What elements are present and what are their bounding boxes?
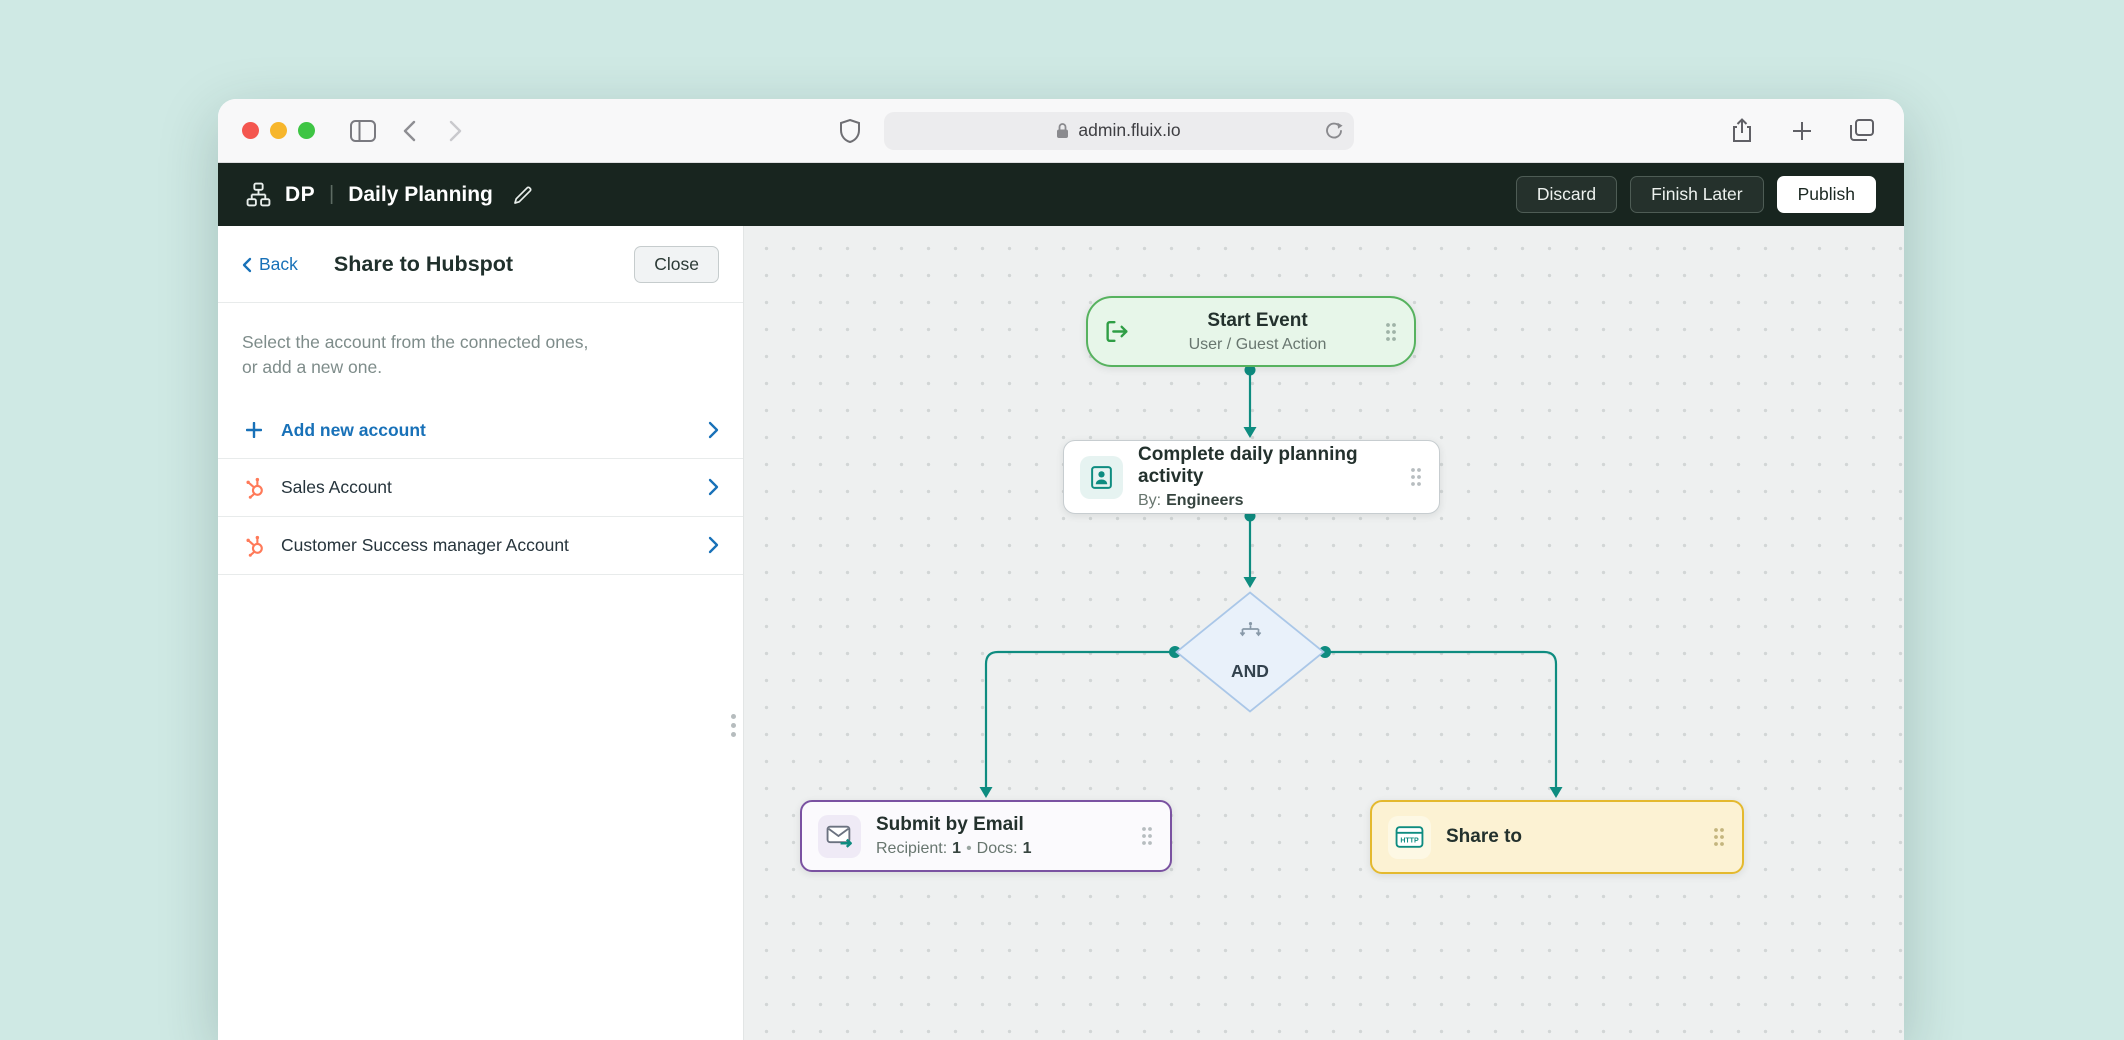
panel-description: Select the account from the connected on… — [218, 303, 743, 403]
by-value: Engineers — [1166, 492, 1243, 510]
node-share-to[interactable]: HTTP Share to — [1370, 800, 1744, 874]
sidebar-toggle-icon[interactable] — [345, 115, 381, 147]
header-actions: Discard Finish Later Publish — [1516, 176, 1876, 213]
plus-icon — [242, 422, 266, 438]
gateway-diamond — [1175, 591, 1325, 713]
drag-handle-icon[interactable] — [1409, 466, 1423, 488]
close-window-button[interactable] — [242, 122, 259, 139]
node-subtitle: User / Guest Action — [1189, 336, 1327, 354]
docs-label: Docs: — [977, 840, 1018, 858]
forward-nav-icon[interactable] — [437, 115, 473, 147]
url-text: admin.fluix.io — [1078, 120, 1180, 141]
shield-icon[interactable] — [832, 115, 868, 147]
branch-icon — [1175, 621, 1325, 641]
account-list: Add new account Sales Account — [218, 403, 743, 575]
node-title: Start Event — [1207, 310, 1307, 332]
finish-later-button[interactable]: Finish Later — [1630, 176, 1763, 213]
add-account-row[interactable]: Add new account — [218, 403, 743, 459]
account-row-sales[interactable]: Sales Account — [218, 459, 743, 517]
workflow-title: Daily Planning — [348, 183, 493, 207]
hubspot-icon — [242, 534, 266, 557]
share-panel: Back Share to Hubspot Close Select the a… — [218, 226, 744, 1040]
node-title: Complete daily planning activity — [1138, 444, 1394, 488]
meta-separator: • — [966, 840, 972, 858]
back-label: Back — [259, 254, 298, 275]
node-and-gateway[interactable]: AND — [1175, 591, 1325, 713]
docs-value: 1 — [1023, 840, 1032, 858]
main-content: Back Share to Hubspot Close Select the a… — [218, 226, 1904, 1040]
new-tab-icon[interactable] — [1784, 115, 1820, 147]
drag-handle-icon[interactable] — [1140, 825, 1154, 847]
chevron-right-icon — [708, 421, 719, 439]
email-submit-icon — [818, 815, 861, 858]
http-icon-label: HTTP — [1400, 837, 1419, 844]
drag-handle-icon[interactable] — [1384, 321, 1398, 343]
recipient-value: 1 — [952, 840, 961, 858]
workflow-icon — [246, 182, 271, 207]
back-link[interactable]: Back — [242, 254, 298, 275]
minimize-window-button[interactable] — [270, 122, 287, 139]
zoom-window-button[interactable] — [298, 122, 315, 139]
recipient-label: Recipient: — [876, 840, 947, 858]
panel-title: Share to Hubspot — [334, 252, 513, 277]
node-title: Share to — [1446, 826, 1697, 848]
gateway-label: AND — [1175, 661, 1325, 682]
publish-button[interactable]: Publish — [1777, 176, 1876, 213]
drag-handle-icon[interactable] — [1712, 826, 1726, 848]
share-icon[interactable] — [1724, 115, 1760, 147]
traffic-lights — [242, 122, 315, 139]
add-account-label: Add new account — [281, 420, 426, 441]
header-divider: | — [329, 183, 334, 206]
node-title: Submit by Email — [876, 814, 1125, 836]
browser-actions — [1724, 115, 1880, 147]
reload-icon[interactable] — [1325, 122, 1343, 140]
description-line-2: or add a new one. — [242, 355, 719, 380]
panel-resize-handle[interactable] — [731, 714, 736, 737]
chevron-right-icon — [708, 478, 719, 496]
account-row-customer-success[interactable]: Customer Success manager Account — [218, 517, 743, 575]
node-complete-activity[interactable]: Complete daily planning activity By: Eng… — [1063, 440, 1440, 514]
close-panel-button[interactable]: Close — [634, 246, 719, 283]
chevron-left-icon — [242, 257, 252, 273]
tab-overview-icon[interactable] — [1844, 115, 1880, 147]
hubspot-icon — [242, 476, 266, 499]
workflow-initials: DP — [285, 183, 315, 207]
user-task-icon — [1080, 456, 1123, 499]
browser-toolbar: admin.fluix.io — [218, 99, 1904, 163]
lock-icon — [1056, 122, 1069, 139]
address-bar[interactable]: admin.fluix.io — [884, 112, 1354, 150]
address-area: admin.fluix.io — [483, 112, 1702, 150]
browser-window: admin.fluix.io DP | Dai — [218, 99, 1904, 1040]
edit-title-icon[interactable] — [513, 185, 533, 205]
by-label: By: — [1138, 492, 1161, 510]
node-submit-by-email[interactable]: Submit by Email Recipient: 1 • Docs: 1 — [800, 800, 1172, 872]
panel-header: Back Share to Hubspot Close — [218, 226, 743, 303]
discard-button[interactable]: Discard — [1516, 176, 1617, 213]
account-label: Sales Account — [281, 477, 392, 498]
start-event-icon — [1104, 318, 1131, 345]
workflow-canvas[interactable]: Start Event User / Guest Action Complete… — [744, 226, 1904, 1040]
node-start-event[interactable]: Start Event User / Guest Action — [1086, 296, 1416, 367]
account-label: Customer Success manager Account — [281, 535, 569, 556]
chevron-right-icon — [708, 536, 719, 554]
http-share-icon: HTTP — [1388, 816, 1431, 859]
back-nav-icon[interactable] — [391, 115, 427, 147]
app-header: DP | Daily Planning Discard Finish Later… — [218, 163, 1904, 226]
workflow-brand: DP | Daily Planning — [246, 182, 533, 207]
description-line-1: Select the account from the connected on… — [242, 330, 719, 355]
